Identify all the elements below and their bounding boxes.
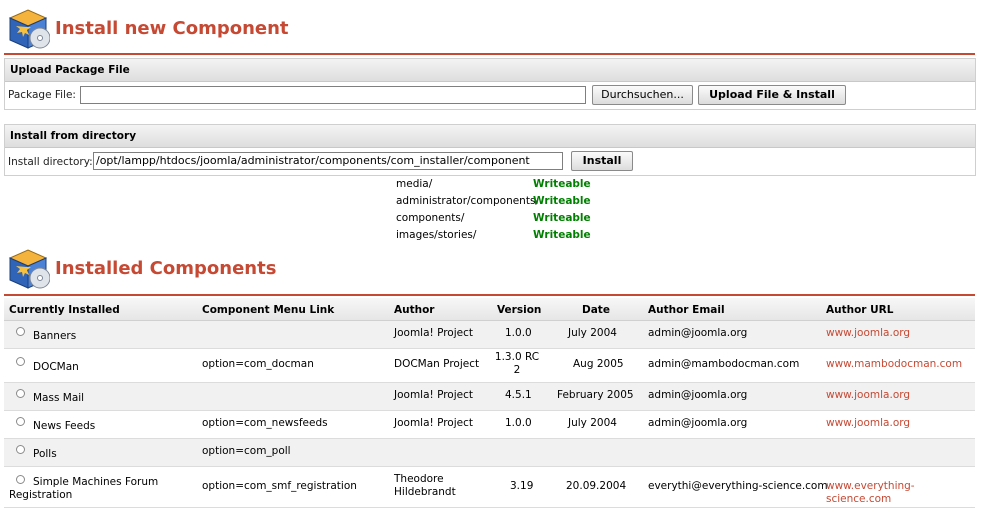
directory-status: Writeable [533,178,591,190]
package-cd-icon [6,244,51,290]
component-name: DOCMan [33,361,79,373]
component-menu-link: option=com_poll [202,445,291,457]
component-radio[interactable] [16,389,25,398]
column-header: Date [582,304,610,316]
upload-panel-header: Upload Package File [5,59,975,82]
column-header: Author URL [826,304,894,316]
component-url[interactable]: www.everything-science.com [826,480,975,506]
component-radio[interactable] [16,417,25,426]
component-url[interactable]: www.mambodocman.com [826,358,962,371]
install-directory-label: Install directory: [8,156,93,168]
component-name: Polls [33,448,57,460]
table-header: Currently Installed Component Menu Link … [4,298,975,321]
table-row: Mass Mail Joomla! Project 4.5.1 February… [4,383,975,411]
component-name: Simple Machines Forum Registration [9,476,159,501]
component-date: July 2004 [568,327,617,339]
component-version: 1.0.0 [505,327,532,339]
component-author: DOCMan Project [394,358,480,370]
component-date: Aug 2005 [573,358,624,370]
component-name: Mass Mail [33,392,85,404]
component-date: February 2005 [557,389,634,401]
component-url[interactable]: www.joomla.org [826,417,910,430]
directory-path: images/stories/ [396,229,477,241]
package-cd-icon [6,4,51,50]
install-button[interactable]: Install [571,151,633,171]
browse-button[interactable]: Durchsuchen... [592,85,693,105]
table-row: Banners Joomla! Project 1.0.0 July 2004 … [4,321,975,349]
component-email: admin@mambodocman.com [648,358,800,370]
component-url[interactable]: www.joomla.org [826,389,910,402]
heading-divider [4,294,975,296]
component-name: News Feeds [33,420,96,432]
component-version: 3.19 [510,480,534,492]
component-version: 4.5.1 [505,389,532,401]
package-file-input[interactable] [80,86,586,104]
component-email: admin@joomla.org [648,327,748,339]
component-version: 1.0.0 [505,417,532,429]
column-header: Author [394,304,435,316]
package-file-label: Package File: [8,89,76,101]
upload-package-panel: Upload Package File Package File: Durchs… [4,58,976,110]
section-title: Installed Components [55,258,277,279]
component-author: Joomla! Project [394,327,473,339]
component-menu-link: option=com_smf_registration [202,480,357,492]
component-radio[interactable] [16,357,25,366]
table-row: Polls option=com_poll [4,439,975,467]
table-row: News Feeds option=com_newsfeeds Joomla! … [4,411,975,439]
component-name: Banners [33,330,77,342]
component-author: Joomla! Project [394,389,473,401]
component-radio[interactable] [16,445,25,454]
directory-status: Writeable [533,195,591,207]
page-title: Install new Component [55,18,289,39]
upload-install-button[interactable]: Upload File & Install [698,85,846,105]
directory-status: Writeable [533,229,591,241]
install-directory-panel: Install from directory Install directory… [4,124,976,176]
component-author: Joomla! Project [394,417,473,429]
table-row: DOCMan option=com_docman DOCMan Project … [4,349,975,383]
component-email: admin@joomla.org [648,389,748,401]
component-url[interactable]: www.joomla.org [826,327,910,340]
directory-path: media/ [396,178,433,190]
directory-status: Writeable [533,212,591,224]
component-radio[interactable] [16,327,25,336]
column-header: Version [497,304,542,316]
component-author: Theodore Hildebrandt [394,473,456,498]
component-email: everythi@everything-science.com [648,480,828,492]
component-menu-link: option=com_newsfeeds [202,417,328,429]
component-email: admin@joomla.org [648,417,748,429]
component-date: July 2004 [568,417,617,429]
table-row: Simple Machines Forum Registration optio… [4,467,975,508]
install-directory-input[interactable]: /opt/lampp/htdocs/joomla/administrator/c… [93,152,563,170]
column-header: Currently Installed [9,304,120,316]
component-date: 20.09.2004 [566,480,627,492]
column-header: Component Menu Link [202,304,335,316]
directory-path: administrator/components/ [396,195,539,207]
component-menu-link: option=com_docman [202,358,314,370]
heading-divider [4,53,975,55]
directory-path: components/ [396,212,465,224]
column-header: Author Email [648,304,725,316]
directory-panel-header: Install from directory [5,125,975,148]
component-version: 1.3.0 RC 2 [494,351,540,376]
